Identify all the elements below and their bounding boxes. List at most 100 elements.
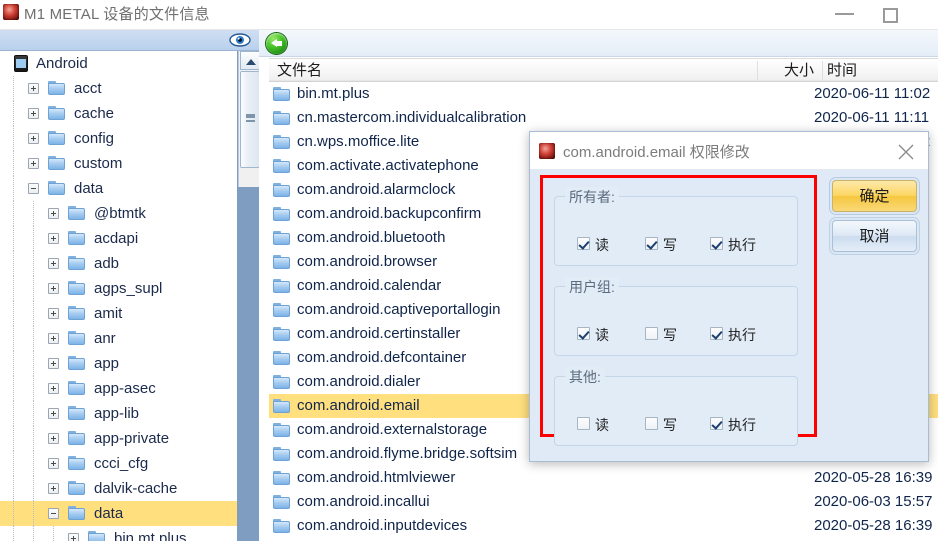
expand-icon[interactable] xyxy=(28,83,39,94)
cancel-button[interactable]: 取消 xyxy=(832,220,917,252)
column-header-time[interactable]: 时间 xyxy=(827,59,857,82)
tree-item-app-lib[interactable]: app-lib xyxy=(0,401,237,426)
file-name: com.android.incallui xyxy=(297,493,430,510)
expand-icon[interactable] xyxy=(28,108,39,119)
confirm-button[interactable]: 确定 xyxy=(832,180,917,212)
file-info-window: M1 METAL 设备的文件信息 Android acct cache config c… xyxy=(0,0,938,541)
tree-scrollbar-track[interactable] xyxy=(238,51,260,187)
eye-icon[interactable] xyxy=(229,33,251,47)
tree-item-label: dalvik-cache xyxy=(94,480,178,497)
column-header-name[interactable]: 文件名 xyxy=(277,59,322,82)
tree-items[interactable]: Android acct cache config custom data @btmtk ac… xyxy=(0,51,237,541)
expand-icon[interactable] xyxy=(48,383,59,394)
expand-icon[interactable] xyxy=(48,233,59,244)
folder-icon xyxy=(68,256,86,271)
expand-icon[interactable] xyxy=(28,158,39,169)
file-name: cn.mastercom.individualcalibration xyxy=(297,109,527,126)
expand-icon[interactable] xyxy=(48,208,59,219)
tree-item-agps-supl[interactable]: agps_supl xyxy=(0,276,237,301)
expand-icon[interactable] xyxy=(48,483,59,494)
file-name: com.android.backupconfirm xyxy=(297,205,482,222)
folder-icon xyxy=(68,281,86,296)
tree-item-label: app-asec xyxy=(94,380,156,397)
file-name: com.activate.activatephone xyxy=(297,157,479,174)
tree-item-app-private[interactable]: app-private xyxy=(0,426,237,451)
expand-icon[interactable] xyxy=(48,308,59,319)
usergroup-permission-group: 用户组: 读 写 执行 xyxy=(554,277,798,356)
collapse-icon[interactable] xyxy=(28,183,39,194)
tree-header xyxy=(0,30,259,51)
column-header-size[interactable]: 大小 xyxy=(761,59,814,82)
tree-guide-line xyxy=(13,376,14,401)
tree-guide-line xyxy=(33,351,34,376)
close-button[interactable] xyxy=(886,132,926,170)
tree-item-anr[interactable]: anr xyxy=(0,326,237,351)
file-name: com.android.calendar xyxy=(297,277,442,294)
expand-icon[interactable] xyxy=(48,433,59,444)
tree-item-data[interactable]: data xyxy=(0,176,237,201)
folder-icon xyxy=(273,375,291,390)
expand-icon[interactable] xyxy=(68,533,79,541)
tree-item-custom[interactable]: custom xyxy=(0,151,237,176)
dialog-title: com.android.email 权限修改 xyxy=(563,144,750,161)
expand-icon[interactable] xyxy=(48,358,59,369)
tree-item-acct[interactable]: acct xyxy=(0,76,237,101)
tree-scrollbar-thumb[interactable] xyxy=(240,71,260,168)
file-row[interactable]: com.android.htmlviewer 2020-05-28 16:39 xyxy=(269,466,938,490)
file-row[interactable]: com.android.incallui 2020-06-03 15:57 xyxy=(269,490,938,514)
file-time: 2020-06-11 11:11 xyxy=(814,109,930,126)
expand-icon[interactable] xyxy=(48,283,59,294)
maximize-button[interactable] xyxy=(868,0,914,29)
expand-icon[interactable] xyxy=(48,333,59,344)
file-list-header: 文件名 大小 时间 xyxy=(269,58,938,82)
checkbox-box xyxy=(577,417,590,430)
expand-icon[interactable] xyxy=(48,258,59,269)
tree-item-ccci-cfg[interactable]: ccci_cfg xyxy=(0,451,237,476)
scroll-up-arrow-icon[interactable] xyxy=(240,51,260,70)
tree-item-app[interactable]: app xyxy=(0,351,237,376)
tree-scrollbar[interactable] xyxy=(237,51,260,541)
minimize-icon xyxy=(835,13,854,15)
tree-guide-line xyxy=(33,251,34,276)
folder-icon xyxy=(273,471,291,486)
tree-item--btmtk[interactable]: @btmtk xyxy=(0,201,237,226)
tree-item-adb[interactable]: adb xyxy=(0,251,237,276)
checkbox-box xyxy=(710,327,723,340)
folder-icon xyxy=(273,159,291,174)
expand-icon[interactable] xyxy=(28,133,39,144)
folder-icon xyxy=(273,303,291,318)
back-arrow-icon[interactable] xyxy=(266,33,287,54)
expand-icon[interactable] xyxy=(48,408,59,419)
tree-item-cache[interactable]: cache xyxy=(0,101,237,126)
tree-item-app-asec[interactable]: app-asec xyxy=(0,376,237,401)
folder-icon xyxy=(68,331,86,346)
tree-item-label: ccci_cfg xyxy=(94,455,149,472)
tree-item-dalvik-cache[interactable]: dalvik-cache xyxy=(0,476,237,501)
tree-guide-line xyxy=(13,201,14,226)
tree-item-config[interactable]: config xyxy=(0,126,237,151)
folder-icon xyxy=(273,495,291,510)
tree-guide-line xyxy=(33,301,34,326)
checkbox-label: 执行 xyxy=(728,237,756,253)
tree-item-amit[interactable]: amit xyxy=(0,301,237,326)
tree-item-acdapi[interactable]: acdapi xyxy=(0,226,237,251)
folder-icon xyxy=(68,231,86,246)
tree-guide-line xyxy=(33,426,34,451)
column-divider-2[interactable] xyxy=(822,61,823,80)
device-icon xyxy=(14,55,28,72)
file-time: 2020-06-11 11:02 xyxy=(814,85,931,102)
column-divider-1[interactable] xyxy=(757,61,758,80)
tree-guide-line xyxy=(33,276,34,301)
file-row[interactable]: com.android.inputdevices 2020-05-28 16:39 xyxy=(269,514,938,538)
folder-icon xyxy=(48,181,66,196)
tree-item-bin-mt-plus[interactable]: bin.mt.plus xyxy=(0,526,237,541)
minimize-button[interactable] xyxy=(822,0,868,29)
checkbox-box xyxy=(577,327,590,340)
tree-item-data[interactable]: data xyxy=(0,501,237,526)
tree-item-android[interactable]: Android xyxy=(0,51,237,76)
collapse-icon[interactable] xyxy=(48,508,59,519)
folder-icon xyxy=(273,207,291,222)
expand-icon[interactable] xyxy=(48,458,59,469)
file-row[interactable]: bin.mt.plus 2020-06-11 11:02 xyxy=(269,82,938,106)
file-row[interactable]: cn.mastercom.individualcalibration 2020-0… xyxy=(269,106,938,130)
